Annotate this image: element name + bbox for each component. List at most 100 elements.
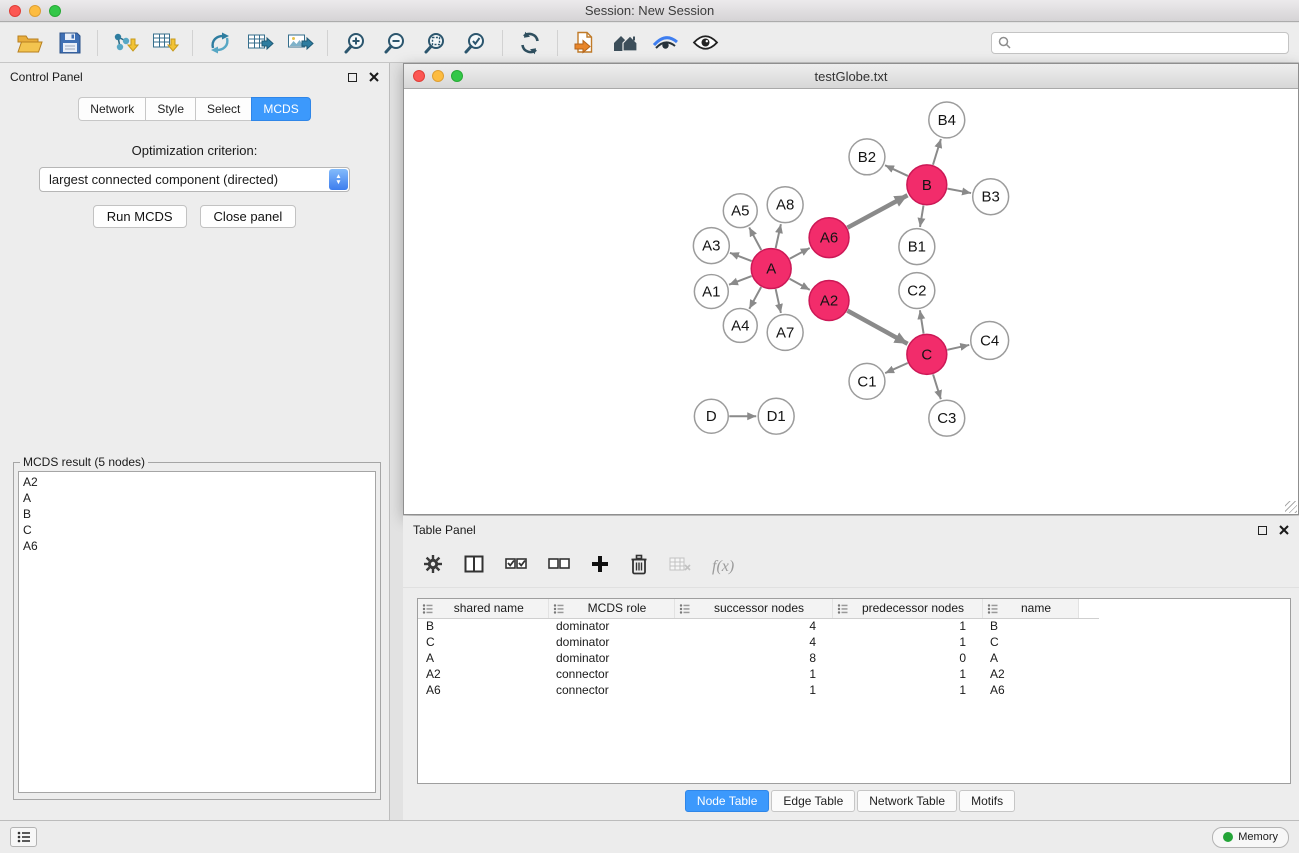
close-network-icon[interactable]	[413, 70, 425, 82]
graph-edge-C-C3[interactable]	[933, 374, 941, 399]
close-window-icon[interactable]	[9, 5, 21, 17]
graph-edge-A-A4[interactable]	[749, 287, 761, 309]
graph-node-A4[interactable]: A4	[723, 308, 757, 342]
table-row[interactable]: A2connector11A2	[418, 666, 1099, 682]
close-panel-icon[interactable]	[369, 72, 379, 82]
tab-network-table[interactable]: Network Table	[857, 790, 957, 812]
graph-node-A3[interactable]: A3	[693, 228, 729, 264]
graph-edge-B-B3[interactable]	[947, 189, 971, 193]
zoom-fit-button[interactable]	[415, 26, 455, 60]
zoom-network-icon[interactable]	[451, 70, 463, 82]
table-row[interactable]: A6connector11A6	[418, 682, 1099, 698]
graph-edge-B-B2[interactable]	[885, 165, 908, 176]
page-arrow-button[interactable]	[565, 26, 605, 60]
table-cell[interactable]: C	[982, 634, 1078, 650]
show-columns-button[interactable]	[464, 555, 484, 578]
result-item[interactable]: A2	[19, 474, 375, 490]
minimize-window-icon[interactable]	[29, 5, 41, 17]
result-item[interactable]: A6	[19, 538, 375, 554]
graph-node-C1[interactable]: C1	[849, 363, 885, 399]
graph-edge-A-A5[interactable]	[749, 227, 761, 250]
network-from-web-button[interactable]	[200, 26, 240, 60]
graph-node-C4[interactable]: C4	[971, 321, 1009, 359]
zoom-out-button[interactable]	[375, 26, 415, 60]
zoom-in-button[interactable]	[335, 26, 375, 60]
column-header-name[interactable]: name	[982, 599, 1078, 618]
delete-table-button[interactable]	[669, 556, 691, 577]
import-table-button[interactable]	[145, 26, 185, 60]
add-column-button[interactable]	[591, 555, 609, 578]
graph-edge-A-A1[interactable]	[729, 276, 752, 285]
memory-button[interactable]: Memory	[1212, 827, 1289, 848]
table-cell[interactable]: A2	[418, 666, 548, 682]
network-window-titlebar[interactable]: testGlobe.txt	[404, 64, 1298, 89]
search-input[interactable]	[1015, 36, 1282, 50]
graph-edge-A-A8[interactable]	[776, 224, 781, 248]
node-table[interactable]: shared nameMCDS rolesuccessor nodesprede…	[417, 598, 1291, 784]
tab-edge-table[interactable]: Edge Table	[771, 790, 855, 812]
table-row[interactable]: Adominator80A	[418, 650, 1099, 666]
table-cell[interactable]: A6	[982, 682, 1078, 698]
table-cell[interactable]: 1	[674, 682, 832, 698]
table-settings-button[interactable]	[423, 554, 443, 579]
network-graph[interactable]: B4B2BB3A5A8A6A3B1AA1C2A2A4A7C4CC1C3DD1	[404, 89, 1298, 514]
graph-edge-A-A7[interactable]	[776, 289, 781, 313]
table-cell[interactable]: 1	[674, 666, 832, 682]
export-image-button[interactable]	[280, 26, 320, 60]
graph-node-A5[interactable]: A5	[723, 194, 757, 228]
graph-node-A6[interactable]: A6	[809, 218, 849, 258]
deselect-all-button[interactable]	[548, 557, 570, 576]
table-cell[interactable]: connector	[548, 666, 674, 682]
graph-edge-C-C4[interactable]	[947, 345, 969, 350]
graph-edge-A-A3[interactable]	[730, 253, 752, 261]
function-builder-button[interactable]: f(x)	[712, 558, 734, 576]
table-cell[interactable]: 1	[832, 682, 982, 698]
column-header-mcds-role[interactable]: MCDS role	[548, 599, 674, 618]
graph-node-C2[interactable]: C2	[899, 273, 935, 309]
table-cell[interactable]: C	[418, 634, 548, 650]
resize-grip[interactable]	[1285, 501, 1297, 513]
column-header-predecessor-nodes[interactable]: predecessor nodes	[832, 599, 982, 618]
task-history-button[interactable]	[10, 827, 37, 847]
table-cell[interactable]: A	[418, 650, 548, 666]
graph-node-C3[interactable]: C3	[929, 400, 965, 436]
export-table-button[interactable]	[240, 26, 280, 60]
result-item[interactable]: B	[19, 506, 375, 522]
table-cell[interactable]: A6	[418, 682, 548, 698]
graph-node-A[interactable]: A	[751, 249, 791, 289]
table-cell[interactable]: A2	[982, 666, 1078, 682]
table-cell[interactable]: 4	[674, 634, 832, 650]
table-cell[interactable]: 0	[832, 650, 982, 666]
column-header-successor-nodes[interactable]: successor nodes	[674, 599, 832, 618]
table-cell[interactable]: connector	[548, 682, 674, 698]
graph-node-A2[interactable]: A2	[809, 281, 849, 321]
open-session-button[interactable]	[10, 26, 50, 60]
graph-edge-A-A2[interactable]	[790, 279, 810, 290]
graph-edge-B-B4[interactable]	[933, 139, 941, 165]
zoom-selected-button[interactable]	[455, 26, 495, 60]
tab-select[interactable]: Select	[195, 97, 251, 121]
graph-node-B[interactable]: B	[907, 165, 947, 205]
graph-node-B3[interactable]: B3	[973, 179, 1009, 215]
column-header-shared-name[interactable]: shared name	[418, 599, 548, 618]
graph-node-B1[interactable]: B1	[899, 229, 935, 265]
graph-node-D[interactable]: D	[694, 399, 728, 433]
table-cell[interactable]: 4	[674, 618, 832, 634]
tab-node-table[interactable]: Node Table	[685, 790, 770, 812]
float-panel-icon[interactable]	[348, 73, 357, 82]
graph-node-C[interactable]: C	[907, 334, 947, 374]
close-panel-button[interactable]: Close panel	[200, 205, 297, 228]
tab-network[interactable]: Network	[78, 97, 145, 121]
show-hide-button[interactable]	[685, 26, 725, 60]
graph-edge-C-C1[interactable]	[885, 363, 908, 373]
table-cell[interactable]: dominator	[548, 650, 674, 666]
table-cell[interactable]: B	[982, 618, 1078, 634]
graph-node-B4[interactable]: B4	[929, 102, 965, 138]
network-canvas[interactable]: B4B2BB3A5A8A6A3B1AA1C2A2A4A7C4CC1C3DD1	[404, 89, 1298, 514]
table-cell[interactable]: 1	[832, 618, 982, 634]
graph-edge-A-A6[interactable]	[790, 248, 810, 259]
graph-edge-A6-B[interactable]	[847, 195, 907, 227]
import-network-button[interactable]	[105, 26, 145, 60]
table-cell[interactable]: 8	[674, 650, 832, 666]
close-table-panel-icon[interactable]	[1279, 525, 1289, 535]
